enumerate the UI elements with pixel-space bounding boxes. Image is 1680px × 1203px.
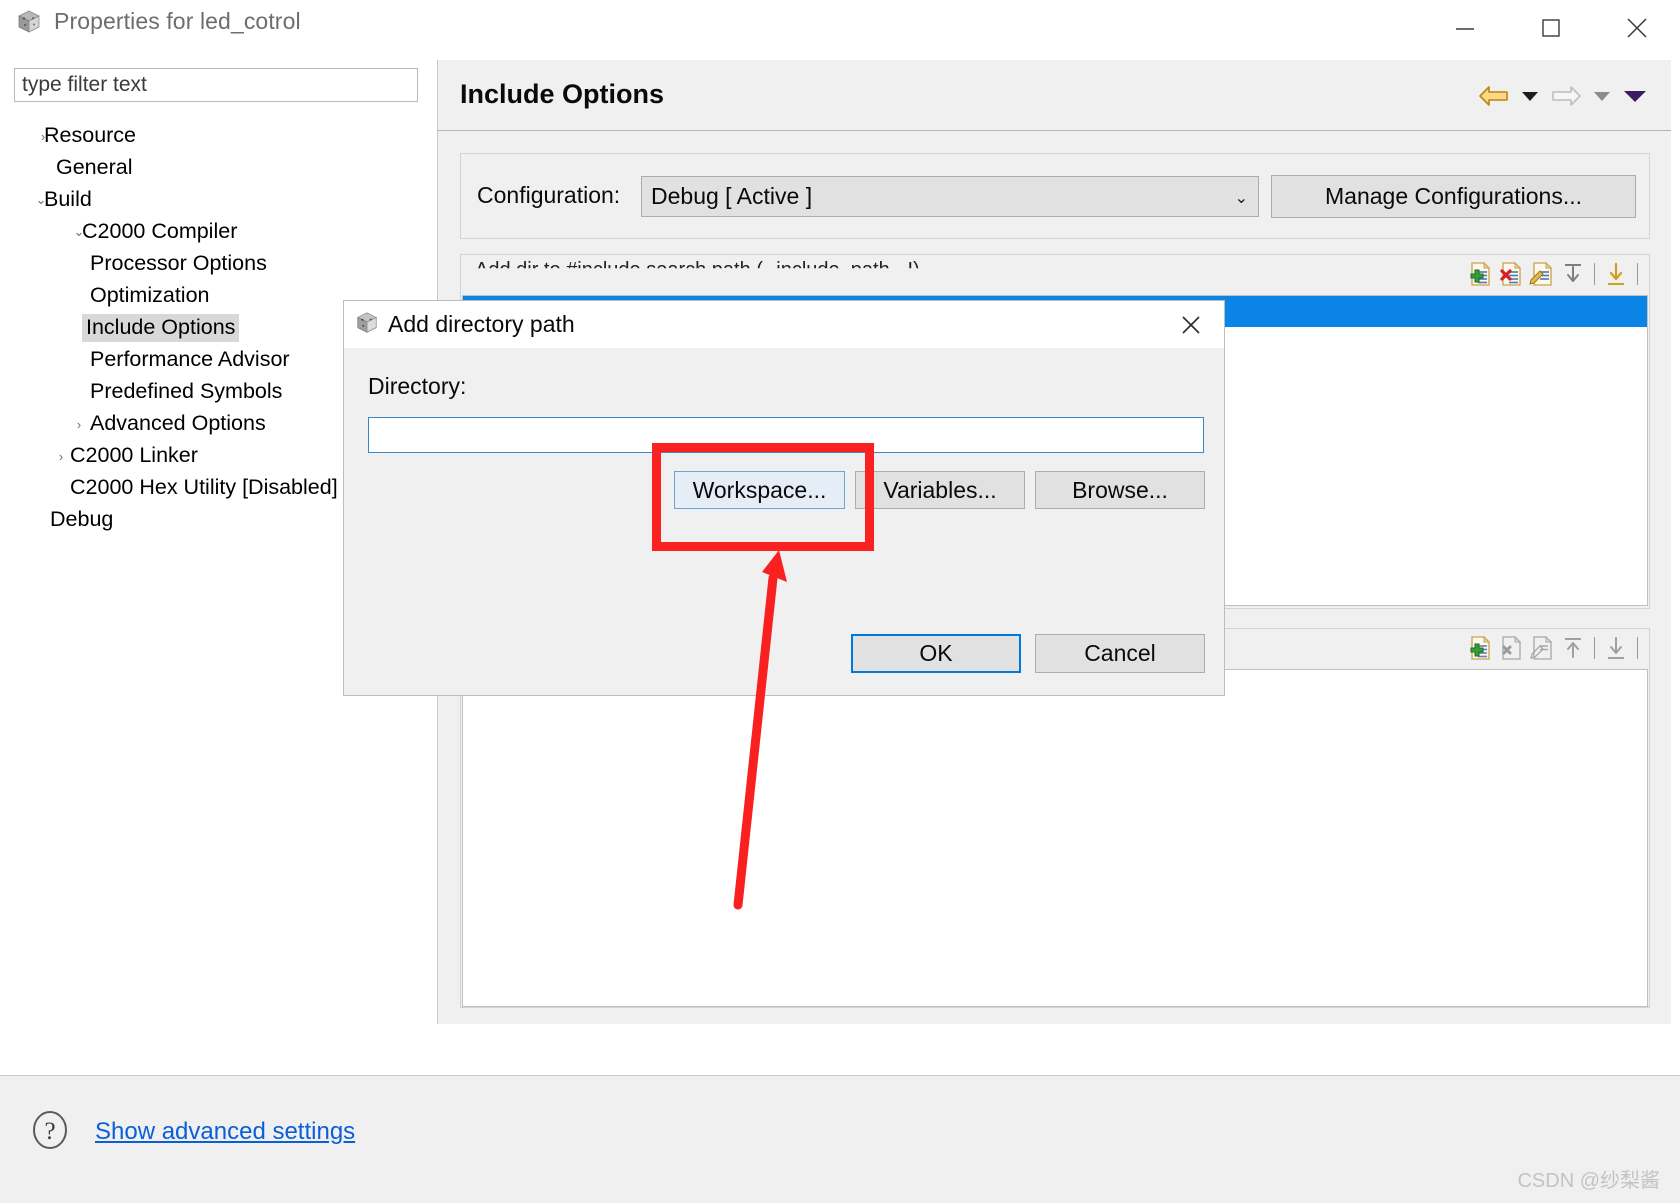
chevron-down-icon[interactable]: ⌄ [32,184,50,216]
add-directory-path-dialog: Add directory path Directory: Workspace.… [343,300,1225,696]
toolbar-separator [1637,637,1638,659]
minimize-icon[interactable] [1422,0,1508,56]
toolbar-separator [1594,263,1595,285]
tree-item-label: Performance Advisor [90,347,290,371]
tree-item-label: Debug [50,507,114,531]
configuration-select[interactable]: Debug [ Active ] ⌄ [641,176,1259,217]
tree-item-build[interactable]: ⌄ Build [14,184,434,216]
properties-dialog-window: Properties for led_cotrol › Resource [0,0,1680,1203]
tree-item-label: General [56,155,133,179]
filter-input[interactable] [14,68,418,102]
chevron-right-icon[interactable]: › [34,120,52,152]
manage-configurations-button[interactable]: Manage Configurations... [1271,175,1636,218]
toolbar-separator [1637,263,1638,285]
tree-item-label: Advanced Options [90,411,266,435]
modal-title: Add directory path [388,311,575,337]
move-down-icon [1603,635,1629,661]
toolbar-separator [1594,637,1595,659]
chevron-right-icon[interactable]: › [70,408,88,440]
chevron-right-icon[interactable]: › [52,440,70,472]
tree-item-processor-options[interactable]: Processor Options [14,248,434,280]
tree-item-label: Resource [44,123,137,147]
secondary-list[interactable] [462,669,1648,1007]
browse-button[interactable]: Browse... [1035,471,1205,509]
forward-arrow-icon[interactable] [1545,78,1587,114]
window-titlebar: Properties for led_cotrol [0,0,1680,57]
secondary-list-toolbar [1467,635,1641,661]
tree-item-general[interactable]: General [14,152,434,184]
cube-icon [16,9,42,35]
move-down-icon[interactable] [1603,261,1629,287]
tree-item-label: Predefined Symbols [90,379,283,403]
configuration-value: Debug [ Active ] [651,183,813,209]
delete-file-icon[interactable] [1498,261,1524,287]
move-up-icon [1560,635,1586,661]
modal-titlebar: Add directory path [344,301,1224,348]
move-up-icon[interactable] [1560,261,1586,287]
navigation-icons [1473,78,1653,114]
workspace-button[interactable]: Workspace... [674,471,845,509]
tree-item-label: Processor Options [90,251,267,275]
window-controls [1422,0,1680,56]
view-menu-chevron-down-icon[interactable] [1617,78,1653,114]
back-arrow-icon[interactable] [1473,78,1515,114]
configuration-group: Configuration: Debug [ Active ] ⌄ Manage… [460,153,1650,239]
tree-item-label: C2000 Hex Utility [Disabled] [70,475,338,499]
tree-item-c2000-compiler[interactable]: ⌄ C2000 Compiler [14,216,434,248]
variables-button[interactable]: Variables... [855,471,1025,509]
edit-file-icon [1529,635,1555,661]
back-dropdown-chevron-down-icon[interactable] [1515,78,1545,114]
footer-bar: ? Show advanced settings Apply and Close… [0,1075,1680,1203]
ok-button[interactable]: OK [851,634,1021,673]
question-mark-icon[interactable]: ? [28,1108,72,1152]
edit-file-icon[interactable] [1529,261,1555,287]
modal-cancel-button[interactable]: Cancel [1035,634,1205,673]
configuration-label: Configuration: [477,182,621,208]
watermark: CSDN @纱梨酱 [1517,1170,1660,1192]
show-advanced-settings-link[interactable]: Show advanced settings [95,1118,355,1146]
add-file-icon[interactable] [1467,261,1493,287]
close-icon[interactable] [1594,0,1680,56]
cube-icon [355,311,379,335]
content-header: Include Options [438,60,1671,131]
add-file-icon[interactable] [1467,635,1493,661]
tree-item-label: Include Options [82,314,240,342]
forward-dropdown-chevron-down-icon[interactable] [1587,78,1617,114]
chevron-down-icon[interactable]: ⌄ [70,216,88,248]
maximize-icon[interactable] [1508,0,1594,56]
directory-input[interactable] [368,417,1204,453]
svg-text:?: ? [44,1118,55,1145]
window-title: Properties for led_cotrol [54,8,301,34]
chevron-down-icon: ⌄ [1234,190,1248,207]
page-title: Include Options [460,79,665,109]
tree-item-resource[interactable]: › Resource [14,120,434,152]
window-title-group: Properties for led_cotrol [16,8,301,35]
include-path-group-title: Add dir to #include search path (--inclu… [475,259,920,281]
close-icon[interactable] [1158,301,1224,348]
directory-label: Directory: [368,373,467,399]
tree-item-label: C2000 Compiler [82,219,238,243]
tree-item-label: Optimization [90,283,210,307]
tree-item-label: C2000 Linker [70,443,198,467]
delete-file-icon [1498,635,1524,661]
include-path-toolbar [1467,261,1641,287]
